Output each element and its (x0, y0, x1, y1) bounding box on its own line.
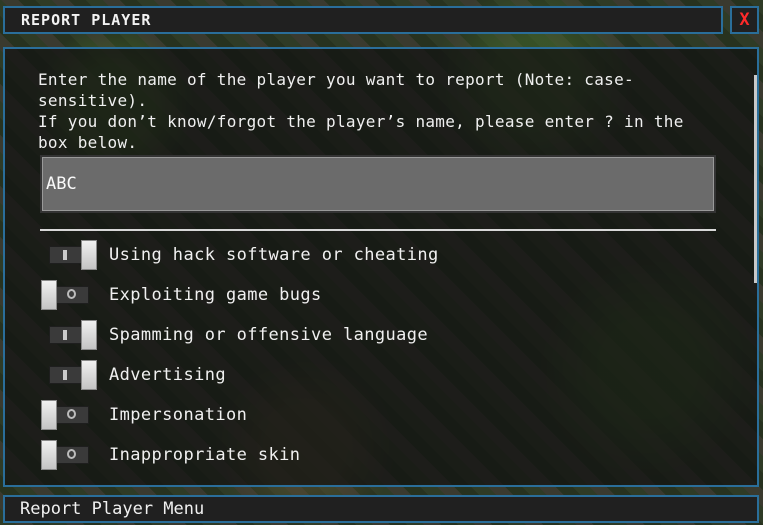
toggle-knob (81, 360, 97, 390)
toggle-state-icon (67, 449, 76, 459)
toggle-state-icon (67, 409, 76, 419)
report-panel: Enter the name of the player you want to… (3, 47, 759, 487)
toggle-state-icon (63, 370, 67, 380)
toggle-switch[interactable] (39, 360, 97, 390)
toggle-switch[interactable] (39, 400, 97, 430)
option-impersonation[interactable]: Impersonation (39, 400, 247, 430)
footer-label: Report Player Menu (20, 499, 205, 519)
toggle-switch[interactable] (39, 280, 97, 310)
option-label: Exploiting game bugs (109, 285, 322, 305)
option-label: Advertising (109, 365, 226, 385)
toggle-knob (41, 280, 57, 310)
option-inappropriate-skin[interactable]: Inappropriate skin (39, 440, 300, 470)
window-title: REPORT PLAYER (21, 11, 152, 29)
option-label: Impersonation (109, 405, 248, 425)
instruction-line-1: Enter the name of the player you want to… (38, 70, 634, 110)
toggle-knob (81, 240, 97, 270)
toggle-state-icon (63, 250, 67, 260)
player-name-input[interactable] (40, 155, 716, 213)
option-label: Using hack software or cheating (109, 245, 439, 265)
toggle-state-icon (67, 289, 76, 299)
footer-bar: Report Player Menu (3, 495, 759, 523)
instruction-line-2: If you don’t know/forgot the player’s na… (38, 112, 684, 152)
option-label: Inappropriate skin (109, 445, 301, 465)
instructions: Enter the name of the player you want to… (38, 69, 718, 153)
option-exploiting-bugs[interactable]: Exploiting game bugs (39, 280, 322, 310)
option-label: Spamming or offensive language (109, 325, 429, 345)
toggle-knob (41, 440, 57, 470)
option-advertising[interactable]: Advertising (39, 360, 226, 390)
window-title-bar: REPORT PLAYER (3, 6, 723, 34)
toggle-state-icon (63, 330, 67, 340)
toggle-switch[interactable] (39, 440, 97, 470)
scrollbar[interactable] (754, 75, 757, 283)
divider (40, 229, 716, 231)
toggle-knob (81, 320, 97, 350)
close-button[interactable]: X (730, 6, 759, 34)
toggle-knob (41, 400, 57, 430)
toggle-switch[interactable] (39, 320, 97, 350)
close-icon: X (739, 10, 750, 30)
option-hack-software[interactable]: Using hack software or cheating (39, 240, 439, 270)
option-spamming[interactable]: Spamming or offensive language (39, 320, 428, 350)
toggle-switch[interactable] (39, 240, 97, 270)
